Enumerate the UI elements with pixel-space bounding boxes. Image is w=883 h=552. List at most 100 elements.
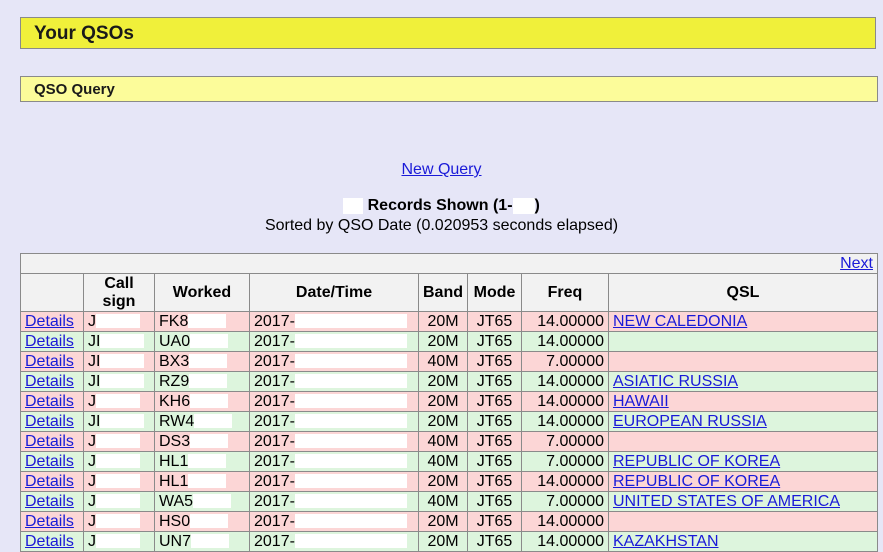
details-link[interactable]: Details	[25, 433, 74, 450]
worked-cell: UN7	[154, 531, 250, 552]
worked-callsign: BX3	[159, 352, 190, 370]
redacted-callsign	[96, 494, 140, 509]
callsign-cell: J	[83, 491, 155, 512]
qsl-link[interactable]: HAWAII	[613, 393, 669, 410]
details-cell: Details	[20, 491, 84, 512]
datetime-cell: 2017-	[249, 511, 419, 532]
freq-cell: 7.00000	[521, 431, 609, 452]
details-link[interactable]: Details	[25, 413, 74, 430]
redacted-count	[343, 197, 364, 214]
callsign-cell: JI	[83, 351, 155, 372]
details-link[interactable]: Details	[25, 453, 74, 470]
redacted-worked	[191, 534, 230, 549]
band-cell: 20M	[418, 411, 468, 432]
header-freq: Freq	[521, 273, 609, 312]
band-cell: 40M	[418, 491, 468, 512]
qso-query-bar[interactable]: QSO Query	[20, 76, 878, 102]
qsl-cell	[608, 511, 878, 532]
records-prefix: Records Shown (1-	[367, 197, 513, 214]
page-title-bar: Your QSOs	[20, 17, 876, 49]
redacted-worked	[190, 514, 229, 529]
new-query-link[interactable]: New Query	[0, 161, 883, 179]
details-link[interactable]: Details	[25, 513, 74, 530]
mode-cell: JT65	[467, 431, 522, 452]
callsign: JI	[88, 352, 101, 370]
redacted-datetime	[294, 514, 407, 529]
next-link[interactable]: Next	[840, 255, 873, 272]
datetime-cell: 2017-	[249, 371, 419, 392]
qsl-link[interactable]: ASIATIC RUSSIA	[613, 373, 738, 390]
freq-cell: 14.00000	[521, 411, 609, 432]
qsl-link[interactable]: REPUBLIC OF KOREA	[613, 473, 780, 490]
table-header: Call sign Worked Date/Time Band Mode Freq…	[20, 273, 878, 312]
datetime: 2017-	[254, 432, 295, 450]
freq-cell: 14.00000	[521, 391, 609, 412]
datetime: 2017-	[254, 512, 295, 530]
qsl-cell	[608, 351, 878, 372]
mode-cell: JT65	[467, 391, 522, 412]
qsl-link[interactable]: REPUBLIC OF KOREA	[613, 453, 780, 470]
table-row: Details JI UA0 2017- 20M JT65 14.00000	[20, 331, 878, 352]
table-row: Details JI RZ9 2017- 20M JT65 14.00000 ASIATIC …	[20, 371, 878, 392]
header-callsign: Call sign	[83, 273, 155, 312]
datetime: 2017-	[254, 312, 295, 330]
redacted-datetime	[294, 474, 407, 489]
band-cell: 40M	[418, 351, 468, 372]
qsl-link[interactable]: KAZAKHSTAN	[613, 533, 719, 550]
details-link[interactable]: Details	[25, 373, 74, 390]
callsign-cell: J	[83, 451, 155, 472]
details-link[interactable]: Details	[25, 493, 74, 510]
redacted-worked	[189, 374, 228, 389]
details-cell: Details	[20, 451, 84, 472]
callsign-cell: J	[83, 391, 155, 412]
qsl-cell	[608, 431, 878, 452]
qsl-link[interactable]: EUROPEAN RUSSIA	[613, 413, 767, 430]
header-callsign-line2: sign	[102, 292, 136, 310]
worked-cell: DS3	[154, 431, 250, 452]
redacted-worked	[190, 394, 229, 409]
redacted-datetime	[294, 354, 407, 369]
callsign: J	[88, 432, 96, 450]
mode-cell: JT65	[467, 471, 522, 492]
header-qsl: QSL	[608, 273, 878, 312]
qsl-link[interactable]: UNITED STATES OF AMERICA	[613, 493, 840, 510]
datetime-cell: 2017-	[249, 331, 419, 352]
details-link[interactable]: Details	[25, 393, 74, 410]
header-band: Band	[418, 273, 468, 312]
freq-cell: 7.00000	[521, 491, 609, 512]
details-link[interactable]: Details	[25, 333, 74, 350]
table-row: Details J HS0 2017- 20M JT65 14.00000	[20, 511, 878, 532]
mode-cell: JT65	[467, 491, 522, 512]
details-cell: Details	[20, 411, 84, 432]
datetime-cell: 2017-	[249, 391, 419, 412]
datetime-cell: 2017-	[249, 351, 419, 372]
redacted-callsign	[100, 334, 145, 349]
details-link[interactable]: Details	[25, 313, 74, 330]
worked-callsign: RZ9	[159, 372, 190, 390]
redacted-count	[512, 197, 535, 214]
qsl-link[interactable]: NEW CALEDONIA	[613, 313, 747, 330]
details-cell: Details	[20, 331, 84, 352]
table-row: Details J WA5 2017- 40M JT65 7.00000 UNITED STA…	[20, 491, 878, 512]
redacted-datetime	[294, 494, 407, 509]
datetime-cell: 2017-	[249, 531, 419, 552]
redacted-datetime	[294, 334, 407, 349]
mode-cell: JT65	[467, 371, 522, 392]
details-link[interactable]: Details	[25, 473, 74, 490]
callsign: J	[88, 472, 96, 490]
mode-cell: JT65	[467, 451, 522, 472]
qso-query-label[interactable]: QSO Query	[34, 81, 115, 98]
worked-callsign: RW4	[159, 412, 195, 430]
details-link[interactable]: Details	[25, 533, 74, 550]
datetime: 2017-	[254, 392, 295, 410]
qsl-cell: NEW CALEDONIA	[608, 311, 878, 332]
redacted-worked	[189, 354, 228, 369]
details-cell: Details	[20, 431, 84, 452]
callsign: J	[88, 532, 96, 550]
freq-cell: 7.00000	[521, 351, 609, 372]
datetime-cell: 2017-	[249, 431, 419, 452]
redacted-worked	[188, 314, 227, 329]
details-link[interactable]: Details	[25, 353, 74, 370]
redacted-datetime	[294, 434, 407, 449]
band-cell: 20M	[418, 511, 468, 532]
